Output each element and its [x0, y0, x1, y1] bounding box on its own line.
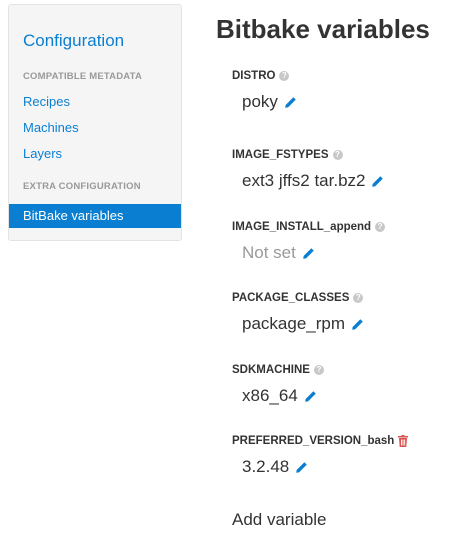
sidebar-item-layers[interactable]: Layers	[23, 146, 62, 161]
pencil-icon[interactable]	[304, 390, 317, 403]
sidebar-title-configuration[interactable]: Configuration	[23, 31, 124, 51]
pencil-icon[interactable]	[351, 318, 364, 331]
add-variable-heading: Add variable	[232, 510, 327, 529]
sidebar-item-recipes[interactable]: Recipes	[23, 94, 70, 109]
variable-distro: DISTRO ? poky	[232, 68, 297, 113]
help-icon[interactable]: ?	[279, 71, 290, 81]
variable-value: poky	[242, 92, 278, 111]
help-icon[interactable]: ?	[332, 150, 343, 160]
variable-value: package_rpm	[242, 314, 346, 333]
variable-name: PREFERRED_VERSION_bash	[232, 435, 395, 447]
variable-value: ext3 jffs2 tar.bz2	[242, 171, 366, 190]
sidebar-item-machines[interactable]: Machines	[23, 120, 79, 135]
pencil-icon[interactable]	[302, 247, 315, 260]
help-icon[interactable]: ?	[353, 293, 364, 303]
sidebar: Configuration COMPATIBLE METADATA Recipe…	[8, 4, 182, 241]
variable-name: IMAGE_INSTALL_append	[232, 221, 372, 233]
section-header-extra-configuration: EXTRA CONFIGURATION	[23, 181, 141, 192]
pencil-icon[interactable]	[295, 461, 308, 474]
variable-image-fstypes: IMAGE_FSTYPES ? ext3 jffs2 tar.bz2	[232, 147, 384, 192]
variable-value: x86_64	[242, 386, 298, 405]
page-title: Bitbake variables	[216, 14, 430, 44]
variable-value: 3.2.48	[242, 457, 290, 476]
section-header-compatible-metadata: COMPATIBLE METADATA	[23, 71, 143, 82]
help-icon[interactable]: ?	[313, 365, 324, 375]
variable-value: Not set	[242, 243, 296, 262]
help-icon[interactable]: ?	[375, 222, 386, 232]
trash-icon[interactable]	[398, 435, 409, 447]
variable-sdkmachine: SDKMACHINE ? x86_64	[232, 362, 324, 407]
pencil-icon[interactable]	[371, 175, 384, 188]
variable-name: SDKMACHINE	[232, 364, 310, 376]
sidebar-item-bitbake-variables[interactable]: BitBake variables	[9, 204, 181, 228]
variable-name: PACKAGE_CLASSES	[232, 292, 350, 304]
variable-package-classes: PACKAGE_CLASSES ? package_rpm	[232, 290, 364, 335]
variable-name: DISTRO	[232, 70, 276, 82]
variable-preferred-version-bash: PREFERRED_VERSION_bash 3.2.48	[232, 433, 409, 478]
pencil-icon[interactable]	[284, 96, 297, 109]
variable-image-install-append: IMAGE_INSTALL_append ? Not set	[232, 219, 386, 264]
variable-name: IMAGE_FSTYPES	[232, 149, 329, 161]
